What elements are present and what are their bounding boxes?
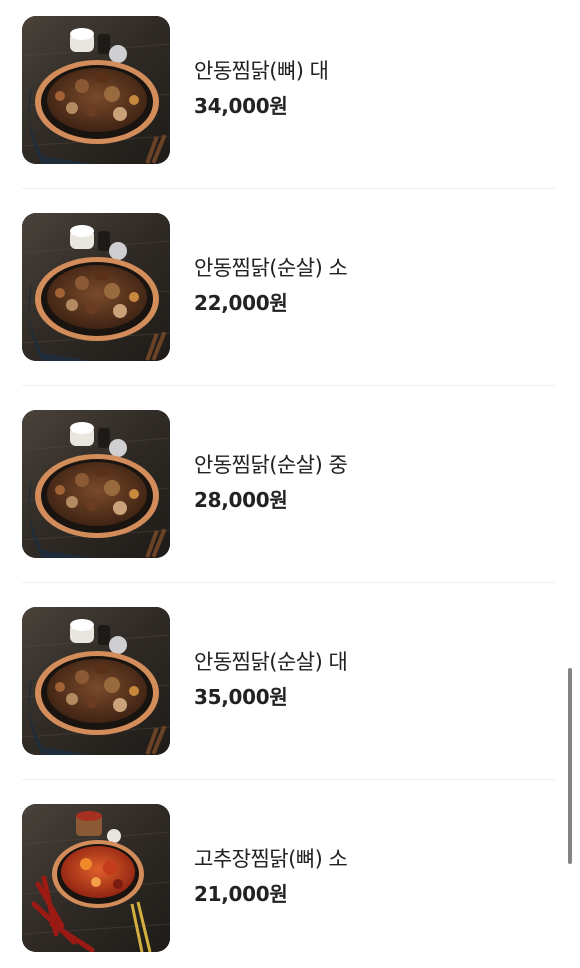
menu-item-name: 안동찜닭(순살) 대 (194, 650, 348, 674)
price-value: 34,000 (194, 94, 270, 118)
divider (22, 385, 556, 386)
menu-item-price: 34,000원 (194, 93, 328, 119)
price-value: 22,000 (194, 291, 270, 315)
menu-item-photo (22, 607, 170, 755)
menu-item-photo (22, 213, 170, 361)
menu-item-name: 안동찜닭(순살) 소 (194, 256, 348, 280)
menu-item-info: 안동찜닭(순살) 소 22,000원 (194, 255, 348, 316)
menu-item[interactable]: 고추장찜닭(뼈) 소 21,000원 (22, 788, 556, 968)
menu-item-photo (22, 16, 170, 164)
menu-item-info: 안동찜닭(순살) 중 28,000원 (194, 452, 348, 513)
menu-item[interactable]: 안동찜닭(순살) 소 22,000원 (22, 197, 556, 394)
menu-item[interactable]: 안동찜닭(순살) 대 35,000원 (22, 591, 556, 788)
divider (22, 779, 556, 780)
menu-item-info: 안동찜닭(순살) 대 35,000원 (194, 649, 348, 710)
price-value: 28,000 (194, 488, 270, 512)
price-value: 21,000 (194, 882, 270, 906)
scrollbar[interactable] (568, 668, 572, 864)
divider (22, 582, 556, 583)
price-currency: 원 (269, 882, 288, 906)
menu-item[interactable]: 안동찜닭(뼈) 대 34,000원 (22, 0, 556, 197)
menu-item-name: 안동찜닭(뼈) 대 (194, 59, 329, 83)
price-currency: 원 (269, 291, 288, 315)
menu-item-price: 28,000원 (194, 487, 347, 513)
menu-item-price: 21,000원 (194, 881, 347, 907)
menu-item-photo (22, 804, 170, 952)
price-currency: 원 (269, 488, 288, 512)
menu-item-price: 35,000원 (194, 684, 347, 710)
price-value: 35,000 (194, 685, 270, 709)
menu-item-name: 안동찜닭(순살) 중 (194, 453, 348, 477)
menu-item-price: 22,000원 (194, 290, 347, 316)
menu-item-name: 고추장찜닭(뼈) 소 (194, 847, 348, 871)
price-currency: 원 (269, 685, 288, 709)
menu-item[interactable]: 안동찜닭(순살) 중 28,000원 (22, 394, 556, 591)
divider (22, 188, 556, 189)
price-currency: 원 (269, 94, 288, 118)
menu-item-info: 안동찜닭(뼈) 대 34,000원 (194, 58, 329, 119)
menu-item-info: 고추장찜닭(뼈) 소 21,000원 (194, 846, 348, 907)
menu-item-photo (22, 410, 170, 558)
